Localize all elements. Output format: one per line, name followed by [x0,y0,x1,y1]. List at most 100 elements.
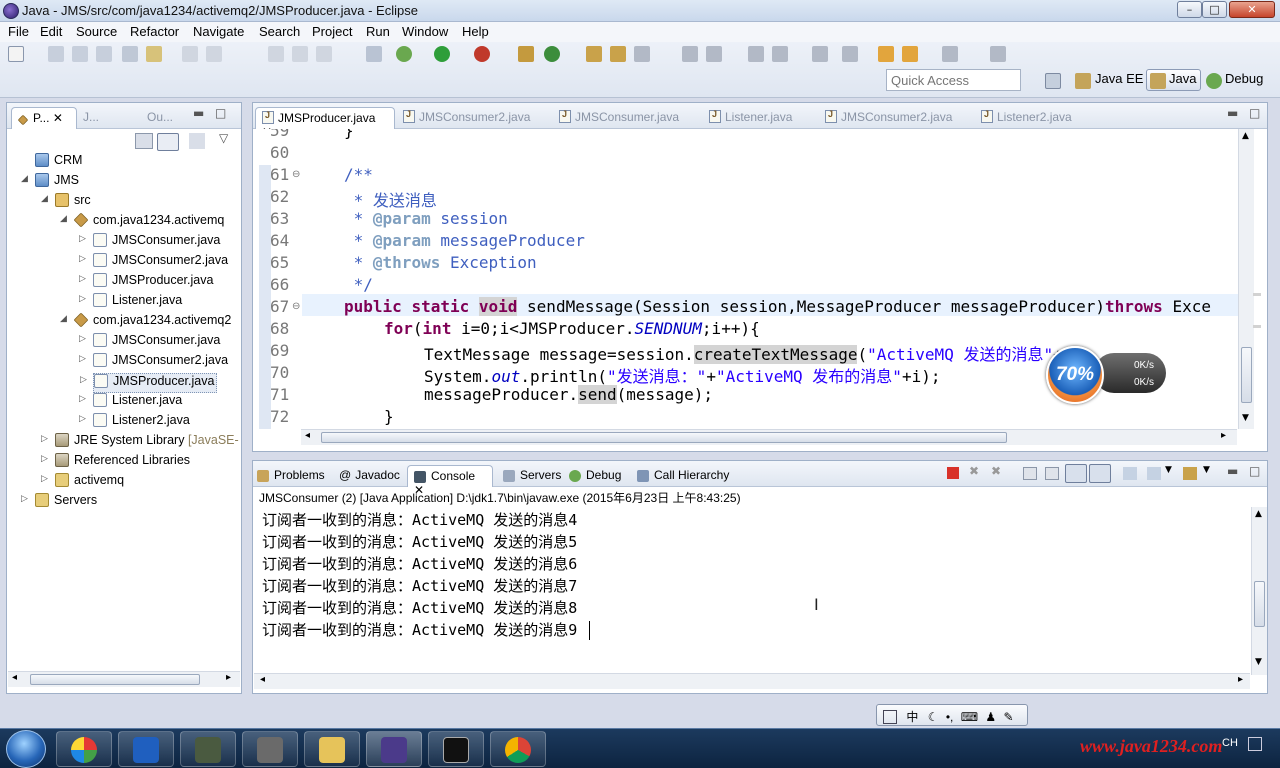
expanded-arrow-icon[interactable]: ◢ [60,313,67,324]
start-button[interactable] [6,730,46,768]
pin-editor-icon[interactable] [990,46,1006,62]
menu-run[interactable]: Run [366,24,390,39]
build-icon[interactable] [146,46,162,62]
show-stderr-icon[interactable] [1089,464,1111,483]
toggle-mark-icon[interactable] [748,46,764,62]
minimize-icon[interactable]: ▬ [193,106,204,120]
tree-item-file[interactable]: ▷ Listener.java [79,393,182,413]
display-console-icon[interactable] [1147,467,1161,480]
scroll-down-icon[interactable]: ▼ [1242,413,1249,423]
tab-listener2[interactable]: Listener2.java [981,107,1072,129]
scroll-thumb[interactable] [1254,581,1265,627]
tree-item-file-selected[interactable]: ▷ JMSProducer.java [80,373,217,393]
scroll-lock-icon[interactable] [1045,467,1059,480]
open-type-icon[interactable] [122,46,138,62]
suspend-icon[interactable] [292,46,308,62]
ime-mode[interactable]: 中 [906,710,918,724]
tree-item-package-activemq[interactable]: ◢ com.java1234.activemq [60,212,224,233]
moon-icon[interactable]: ☾ [928,710,939,724]
terminate-icon[interactable] [947,467,959,479]
tab-jmsconsumer2[interactable]: JMSConsumer2.java [403,107,530,129]
scroll-right-icon[interactable]: ▸ [1221,430,1226,441]
collapsed-arrow-icon[interactable]: ▷ [79,353,86,364]
focus-icon[interactable] [189,133,205,149]
tree-item-file[interactable]: ▷ JMSConsumer2.java [79,253,228,273]
scroll-left-icon[interactable]: ◂ [260,674,265,685]
print-icon[interactable] [96,46,112,62]
tab-servers[interactable]: Servers [503,465,561,487]
forward-icon[interactable] [942,46,958,62]
run-external-icon[interactable] [474,46,490,62]
toggle-block-icon[interactable] [772,46,788,62]
menu-window[interactable]: Window [402,24,448,39]
save-icon[interactable] [48,46,64,62]
collapsed-arrow-icon[interactable]: ▷ [79,253,86,264]
remove-all-icon[interactable]: ✖ [991,464,1001,478]
taskbar-wps-writer[interactable] [118,731,174,767]
debug-icon[interactable] [396,46,412,62]
tree-item-src[interactable]: ◢ src [41,193,91,213]
chevron-down-icon[interactable]: ▼ [1165,465,1172,475]
step-icon[interactable] [268,46,284,62]
expanded-arrow-icon[interactable]: ◢ [21,173,28,184]
pin-icon[interactable] [812,46,828,62]
tab-javadoc[interactable]: @ Javadoc [339,465,400,487]
menu-refactor[interactable]: Refactor [130,24,179,39]
maximize-icon[interactable]: □ [1249,106,1260,120]
taskbar-pinwheel-app[interactable] [56,731,112,767]
editor-vertical-scrollbar[interactable]: ▲ ▼ [1238,129,1254,429]
back-icon[interactable] [878,46,894,62]
tree-item-file[interactable]: ▷ JMSProducer.java [79,273,213,293]
maximize-icon[interactable]: □ [1249,464,1260,478]
collapsed-arrow-icon[interactable]: ▷ [79,293,86,304]
perspective-java[interactable]: Java [1169,71,1196,86]
editor-horizontal-scrollbar[interactable]: ◂ ▸ [301,429,1237,445]
open-resource-icon[interactable] [610,46,626,62]
collapsed-arrow-icon[interactable]: ▷ [41,453,48,464]
remove-launch-icon[interactable]: ✖ [969,464,979,478]
taskbar-terminal[interactable] [428,731,484,767]
pin-console-icon[interactable] [1123,467,1137,480]
collapsed-arrow-icon[interactable]: ▷ [79,233,86,244]
forward-nav-icon[interactable] [902,46,918,62]
minimize-icon[interactable]: ▬ [1227,106,1238,120]
undo-icon[interactable] [182,46,198,62]
taskbar-chrome[interactable] [490,731,546,767]
minimize-button[interactable]: – [1177,1,1202,18]
menu-file[interactable]: File [8,24,29,39]
collapsed-arrow-icon[interactable]: ▷ [79,273,86,284]
input-language[interactable]: CH [1222,737,1238,749]
run-icon[interactable] [434,46,450,62]
scroll-left-icon[interactable]: ◂ [305,430,310,441]
tray-icon[interactable] [1248,737,1262,751]
annotation-prev-icon[interactable] [706,46,722,62]
tab-debug[interactable]: Debug [569,465,621,487]
tab-listener[interactable]: Listener.java [709,107,792,129]
close-icon[interactable]: ✕ [53,111,63,125]
menu-navigate[interactable]: Navigate [193,24,244,39]
tab-jmsconsumer2-b[interactable]: JMSConsumer2.java [825,107,952,129]
maximize-button[interactable]: □ [1202,1,1227,18]
terminate-icon[interactable] [316,46,332,62]
taskbar-tool-app[interactable] [242,731,298,767]
ime-toolbar[interactable]: 中 ☾ •, ⌨ ♟ ✎ [876,704,1028,726]
collapsed-arrow-icon[interactable]: ▷ [79,333,86,344]
tree-item-file[interactable]: ▷ JMSConsumer2.java [79,353,228,373]
collapsed-arrow-icon[interactable]: ▷ [41,473,48,484]
tab-outline[interactable]: Ou... [147,107,173,129]
minimize-icon[interactable]: ▬ [1227,464,1238,478]
user-icon[interactable]: ♟ [985,710,996,724]
taskbar-eclipse[interactable] [366,731,422,767]
fold-icon[interactable]: ⊖ [292,301,300,312]
tree-item-file[interactable]: ▷ Listener2.java [79,413,190,433]
scroll-right-icon[interactable]: ▸ [226,672,231,683]
save-all-icon[interactable] [72,46,88,62]
collapsed-arrow-icon[interactable]: ▷ [79,393,86,404]
tree-item-file[interactable]: ▷ Listener.java [79,293,182,313]
open-perspective-icon[interactable] [1045,73,1061,89]
scroll-thumb[interactable] [1241,347,1252,403]
tree-item-jre-library[interactable]: ▷ JRE System Library [JavaSE- [41,433,239,453]
collapsed-arrow-icon[interactable]: ▷ [41,433,48,444]
clear-console-icon[interactable] [1023,467,1037,480]
annotation-next-icon[interactable] [682,46,698,62]
